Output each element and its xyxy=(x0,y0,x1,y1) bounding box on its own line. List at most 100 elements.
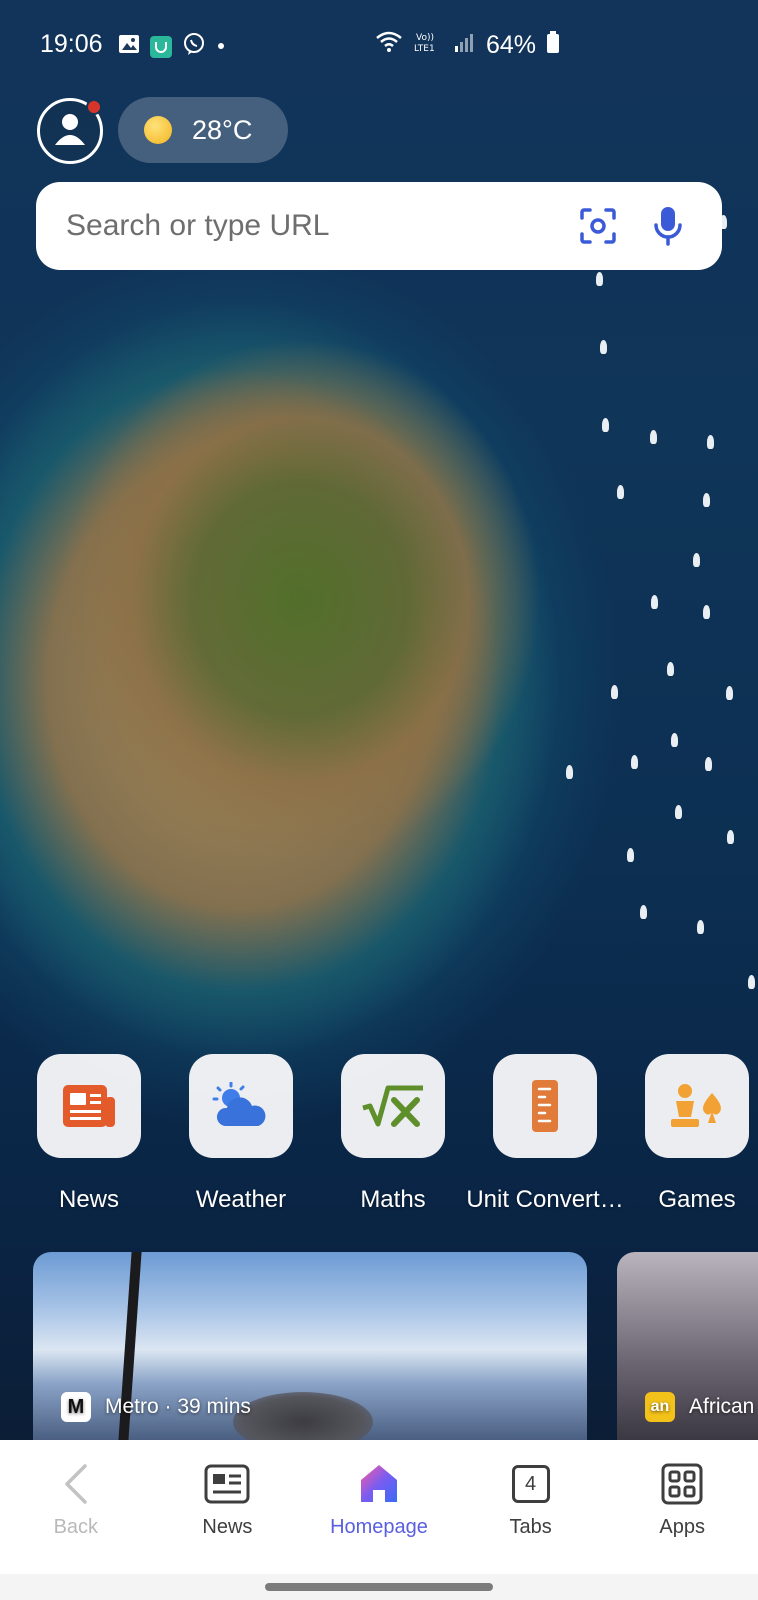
volte-icon: Vo)) LTE1 xyxy=(414,30,444,61)
news-card[interactable]: an African xyxy=(617,1252,758,1440)
shortcut-label: Weather xyxy=(195,1186,287,1213)
lens-scan-button[interactable] xyxy=(574,202,622,250)
shortcut-weather[interactable]: Weather xyxy=(188,1054,294,1214)
gallery-icon xyxy=(118,33,140,60)
boat xyxy=(675,805,682,819)
chess-spade-icon xyxy=(671,1084,721,1127)
card-source: an African xyxy=(645,1392,754,1422)
news-feed: M Metro · 39 mins an African xyxy=(0,1252,758,1440)
boat xyxy=(640,905,647,919)
boat xyxy=(707,435,714,449)
shortcut-tile[interactable] xyxy=(493,1054,597,1158)
news-card[interactable]: M Metro · 39 mins xyxy=(33,1252,587,1440)
shortcut-row: News Weather Maths Unit Convert… Games xyxy=(36,1054,758,1224)
search-bar[interactable]: Search or type URL xyxy=(36,182,722,270)
shortcut-label: Games xyxy=(658,1186,736,1213)
boat xyxy=(602,418,609,432)
shortcut-tile[interactable] xyxy=(645,1054,749,1158)
boat xyxy=(693,553,700,567)
africanews-logo: an xyxy=(645,1392,675,1422)
nav-homepage[interactable]: Homepage xyxy=(303,1440,455,1574)
boat xyxy=(667,662,674,676)
shortcut-news[interactable]: News xyxy=(36,1054,142,1214)
notification-icons xyxy=(118,32,226,61)
card-image-smoke xyxy=(233,1392,373,1440)
home-gesture-handle[interactable] xyxy=(265,1583,493,1591)
scan-icon xyxy=(580,208,616,244)
card-source-text: Metro · 39 mins xyxy=(105,1395,251,1418)
microphone-icon xyxy=(654,207,682,246)
nav-tabs[interactable]: 4 Tabs xyxy=(455,1440,607,1574)
wifi-icon xyxy=(374,30,404,61)
profile-avatar-button[interactable] xyxy=(37,98,103,164)
viber-icon xyxy=(182,32,206,61)
shortcut-maths[interactable]: Maths xyxy=(340,1054,446,1214)
sun-icon xyxy=(144,116,172,144)
notification-dot xyxy=(86,99,102,115)
battery-text: 64% xyxy=(485,31,536,59)
boat xyxy=(627,848,634,862)
nav-apps[interactable]: Apps xyxy=(606,1440,758,1574)
shortcut-tile[interactable] xyxy=(37,1054,141,1158)
bottom-navigation: Back News Homepage 4 Tabs Apps xyxy=(0,1440,758,1574)
boat xyxy=(727,830,734,844)
gesture-navigation-area xyxy=(0,1574,758,1600)
svg-text:LTE1: LTE1 xyxy=(414,44,435,54)
boat xyxy=(671,733,678,747)
nav-label: Back xyxy=(53,1516,99,1538)
boat xyxy=(596,272,603,286)
back-arrow-icon xyxy=(51,1460,101,1508)
shortcut-label: Maths xyxy=(360,1186,426,1213)
dot-icon xyxy=(216,38,226,56)
boat xyxy=(651,595,658,609)
boat xyxy=(703,605,710,619)
boat xyxy=(600,340,607,354)
boat xyxy=(697,920,704,934)
boat xyxy=(703,493,710,507)
nav-label: News xyxy=(202,1516,253,1538)
boat xyxy=(617,485,624,499)
system-status-icons: Vo)) LTE1 64% xyxy=(374,30,560,61)
card-source-text: African xyxy=(689,1395,755,1418)
boat xyxy=(705,757,712,771)
boat xyxy=(748,975,755,989)
voice-search-button[interactable] xyxy=(644,202,692,250)
svg-text:Vo)): Vo)) xyxy=(416,33,434,43)
boat xyxy=(611,685,618,699)
boat xyxy=(726,686,733,700)
mi-home-icon xyxy=(150,35,172,58)
ruler-icon xyxy=(532,1080,558,1132)
newspaper-outline-icon xyxy=(202,1460,252,1508)
tabs-count: 4 xyxy=(511,1465,550,1503)
tabs-icon: 4 xyxy=(506,1460,556,1508)
boat xyxy=(631,755,638,769)
metro-logo: M xyxy=(61,1392,91,1422)
boat xyxy=(650,430,657,444)
shortcut-label: News xyxy=(58,1186,119,1213)
boat xyxy=(566,765,573,779)
user-icon xyxy=(50,109,90,154)
battery-icon xyxy=(546,30,560,61)
sqrt-x-icon xyxy=(362,1085,423,1127)
newspaper-icon xyxy=(63,1085,115,1127)
cloud-sun-icon xyxy=(212,1082,266,1126)
shortcut-unit-converter[interactable]: Unit Convert… xyxy=(466,1054,624,1214)
nav-news[interactable]: News xyxy=(152,1440,304,1574)
shortcut-games[interactable]: Games xyxy=(644,1054,750,1214)
nav-label: Tabs xyxy=(509,1516,552,1538)
nav-label: Homepage xyxy=(330,1516,428,1538)
status-bar: 19:06 Vo)) LTE1 64% xyxy=(0,0,758,90)
search-input[interactable]: Search or type URL xyxy=(66,209,552,243)
weather-temperature: 28°C xyxy=(192,114,253,145)
status-time: 19:06 xyxy=(40,30,103,58)
card-source: M Metro · 39 mins xyxy=(61,1392,251,1422)
nav-back[interactable]: Back xyxy=(0,1440,152,1574)
home-icon xyxy=(354,1460,404,1508)
shortcut-label: Unit Convert… xyxy=(466,1186,624,1213)
weather-chip[interactable]: 28°C xyxy=(118,97,288,163)
signal-icon xyxy=(454,31,476,60)
nav-label: Apps xyxy=(659,1516,705,1538)
shortcut-tile[interactable] xyxy=(341,1054,445,1158)
shortcut-tile[interactable] xyxy=(189,1054,293,1158)
apps-grid-icon xyxy=(657,1460,707,1508)
